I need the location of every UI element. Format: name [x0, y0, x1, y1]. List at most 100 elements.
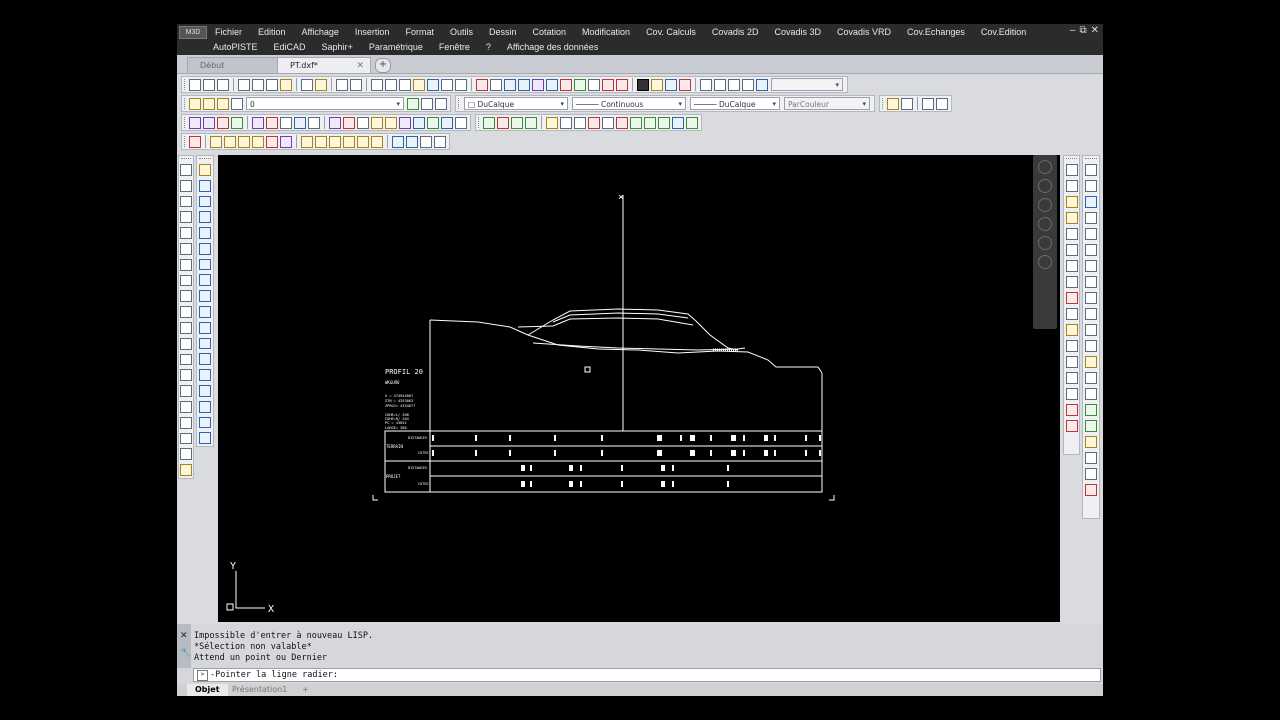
cov-al-icon[interactable]	[238, 135, 250, 148]
view-cube-icon[interactable]	[1038, 179, 1052, 193]
menu-format[interactable]: Format	[397, 25, 442, 39]
menu-cov-edition[interactable]: Cov.Edition	[973, 25, 1034, 39]
layer-state-icon[interactable]	[435, 97, 447, 110]
lightbulb-icon[interactable]	[203, 97, 215, 110]
restore-icon[interactable]: ⧉	[1079, 25, 1086, 36]
open-file-icon[interactable]	[203, 78, 215, 91]
tool-palettes-icon[interactable]	[441, 78, 453, 91]
dim-break-icon[interactable]	[1085, 356, 1097, 368]
num-auto-icon[interactable]	[476, 78, 488, 91]
new-tab-button[interactable]: +	[375, 58, 391, 73]
add-selected-icon[interactable]	[180, 464, 192, 476]
copy-icon[interactable]	[199, 179, 211, 192]
covadis-tool-5-icon[interactable]	[560, 78, 572, 91]
polygon-icon[interactable]	[180, 211, 192, 224]
cov-at-icon[interactable]	[357, 135, 369, 148]
make-block-icon[interactable]	[180, 353, 192, 366]
design-center-icon[interactable]	[427, 78, 439, 91]
aligned-dim-icon[interactable]	[1085, 180, 1097, 192]
fillet-icon[interactable]	[199, 400, 211, 413]
help-icon[interactable]	[455, 78, 467, 91]
showmotion-icon[interactable]	[1038, 255, 1052, 269]
cov-af-icon[interactable]	[658, 116, 670, 129]
layer-tool-2-icon[interactable]	[665, 78, 677, 91]
line-icon[interactable]	[180, 164, 192, 176]
tab-presentation1[interactable]: Présentation1	[224, 684, 295, 696]
cov-aq-icon[interactable]	[315, 135, 327, 148]
style-tool-2-icon[interactable]	[901, 97, 913, 110]
properties-icon[interactable]	[413, 78, 425, 91]
snap-intersection-icon[interactable]	[1065, 228, 1078, 240]
cov-k-icon[interactable]	[343, 116, 355, 129]
cov-l-icon[interactable]	[357, 116, 369, 129]
workspace-dropdown[interactable]	[771, 78, 843, 91]
make-current-icon[interactable]	[407, 97, 419, 110]
cov-aa-icon[interactable]	[588, 116, 600, 129]
cov-ab-icon[interactable]	[602, 116, 614, 129]
cov-ao-icon[interactable]	[280, 135, 292, 148]
cov-q-icon[interactable]	[427, 116, 439, 129]
cov-f-icon[interactable]	[266, 116, 278, 129]
dim-edit-icon[interactable]	[1085, 436, 1097, 448]
snap-parallel-icon[interactable]	[1065, 340, 1078, 352]
tab-debut[interactable]: Début	[187, 57, 279, 73]
sun-icon[interactable]	[217, 97, 229, 110]
cov-ai-icon[interactable]	[189, 135, 201, 148]
cov-x-icon[interactable]	[546, 116, 558, 129]
cov-av-icon[interactable]	[392, 135, 404, 148]
view-tool-3-icon[interactable]	[728, 78, 740, 91]
snap-node-icon[interactable]	[1065, 372, 1078, 384]
edit-block-icon[interactable]	[490, 78, 502, 91]
dim-text-edit-icon[interactable]	[1085, 452, 1097, 464]
construction-line-icon[interactable]	[180, 179, 192, 192]
point-icon[interactable]	[180, 369, 192, 382]
osnap-settings-icon[interactable]	[1065, 420, 1078, 432]
break-icon[interactable]	[199, 353, 211, 366]
menu-affichage[interactable]: Affichage	[294, 25, 347, 39]
angular-dim-icon[interactable]	[1085, 276, 1097, 288]
menu-affichage-donnees[interactable]: Affichage des données	[499, 40, 606, 54]
plotstyle-dropdown[interactable]: ParCouleur	[784, 97, 870, 110]
cov-ag-icon[interactable]	[672, 116, 684, 129]
tab-pt-dxf[interactable]: PT.dxf* ✕	[277, 57, 371, 73]
covadis-tool-1-icon[interactable]	[504, 78, 516, 91]
add-layout-button[interactable]: +	[294, 684, 317, 696]
pan-hand-icon[interactable]	[1038, 198, 1052, 212]
menu-saphir[interactable]: Saphir+	[314, 40, 361, 54]
move-icon[interactable]	[199, 242, 211, 255]
snap-midpoint-icon[interactable]	[1065, 212, 1078, 224]
menu-edicad[interactable]: EdiCAD	[266, 40, 314, 54]
cov-r-icon[interactable]	[441, 116, 453, 129]
cov-b-icon[interactable]	[203, 116, 215, 129]
cov-n-icon[interactable]	[385, 116, 397, 129]
menu-autopiste[interactable]: AutoPISTE	[205, 40, 266, 54]
cov-ar-icon[interactable]	[329, 135, 341, 148]
cov-g-icon[interactable]	[280, 116, 292, 129]
layer-tool-3-icon[interactable]	[679, 78, 691, 91]
cov-aw-icon[interactable]	[406, 135, 418, 148]
ellipse-arc-icon[interactable]	[180, 321, 192, 334]
snap-tangent-icon[interactable]	[1065, 308, 1078, 320]
drawing-canvas[interactable]: × PROFIL 20 WKGURO X = 474944807 ZTN = 4…	[218, 155, 1060, 622]
close-icon[interactable]: ✕	[1091, 25, 1099, 36]
region-icon[interactable]	[180, 416, 192, 429]
lock-icon[interactable]	[231, 97, 243, 110]
trim-icon[interactable]	[199, 306, 211, 318]
arc-length-dim-icon[interactable]	[1085, 196, 1097, 208]
new-file-icon[interactable]	[189, 78, 201, 91]
scale-icon[interactable]	[199, 274, 211, 287]
menu-fichier[interactable]: Fichier	[207, 25, 250, 39]
menu-outils[interactable]: Outils	[442, 25, 481, 39]
drawing-svg[interactable]: × PROFIL 20 WKGURO X = 474944807 ZTN = 4…	[218, 155, 1060, 622]
chamfer-icon[interactable]	[199, 384, 211, 397]
cov-j-icon[interactable]	[329, 116, 341, 129]
steering-wheel-icon[interactable]	[1038, 160, 1052, 174]
tolerance-icon[interactable]	[1085, 372, 1097, 384]
hatch-icon[interactable]	[180, 385, 192, 397]
break-at-point-icon[interactable]	[199, 337, 211, 350]
cov-aj-icon[interactable]	[210, 135, 222, 148]
multiline-text-icon[interactable]	[180, 448, 192, 461]
print-icon[interactable]	[238, 78, 250, 91]
cov-d-icon[interactable]	[231, 116, 243, 129]
snap-extension-icon[interactable]	[1065, 260, 1078, 272]
